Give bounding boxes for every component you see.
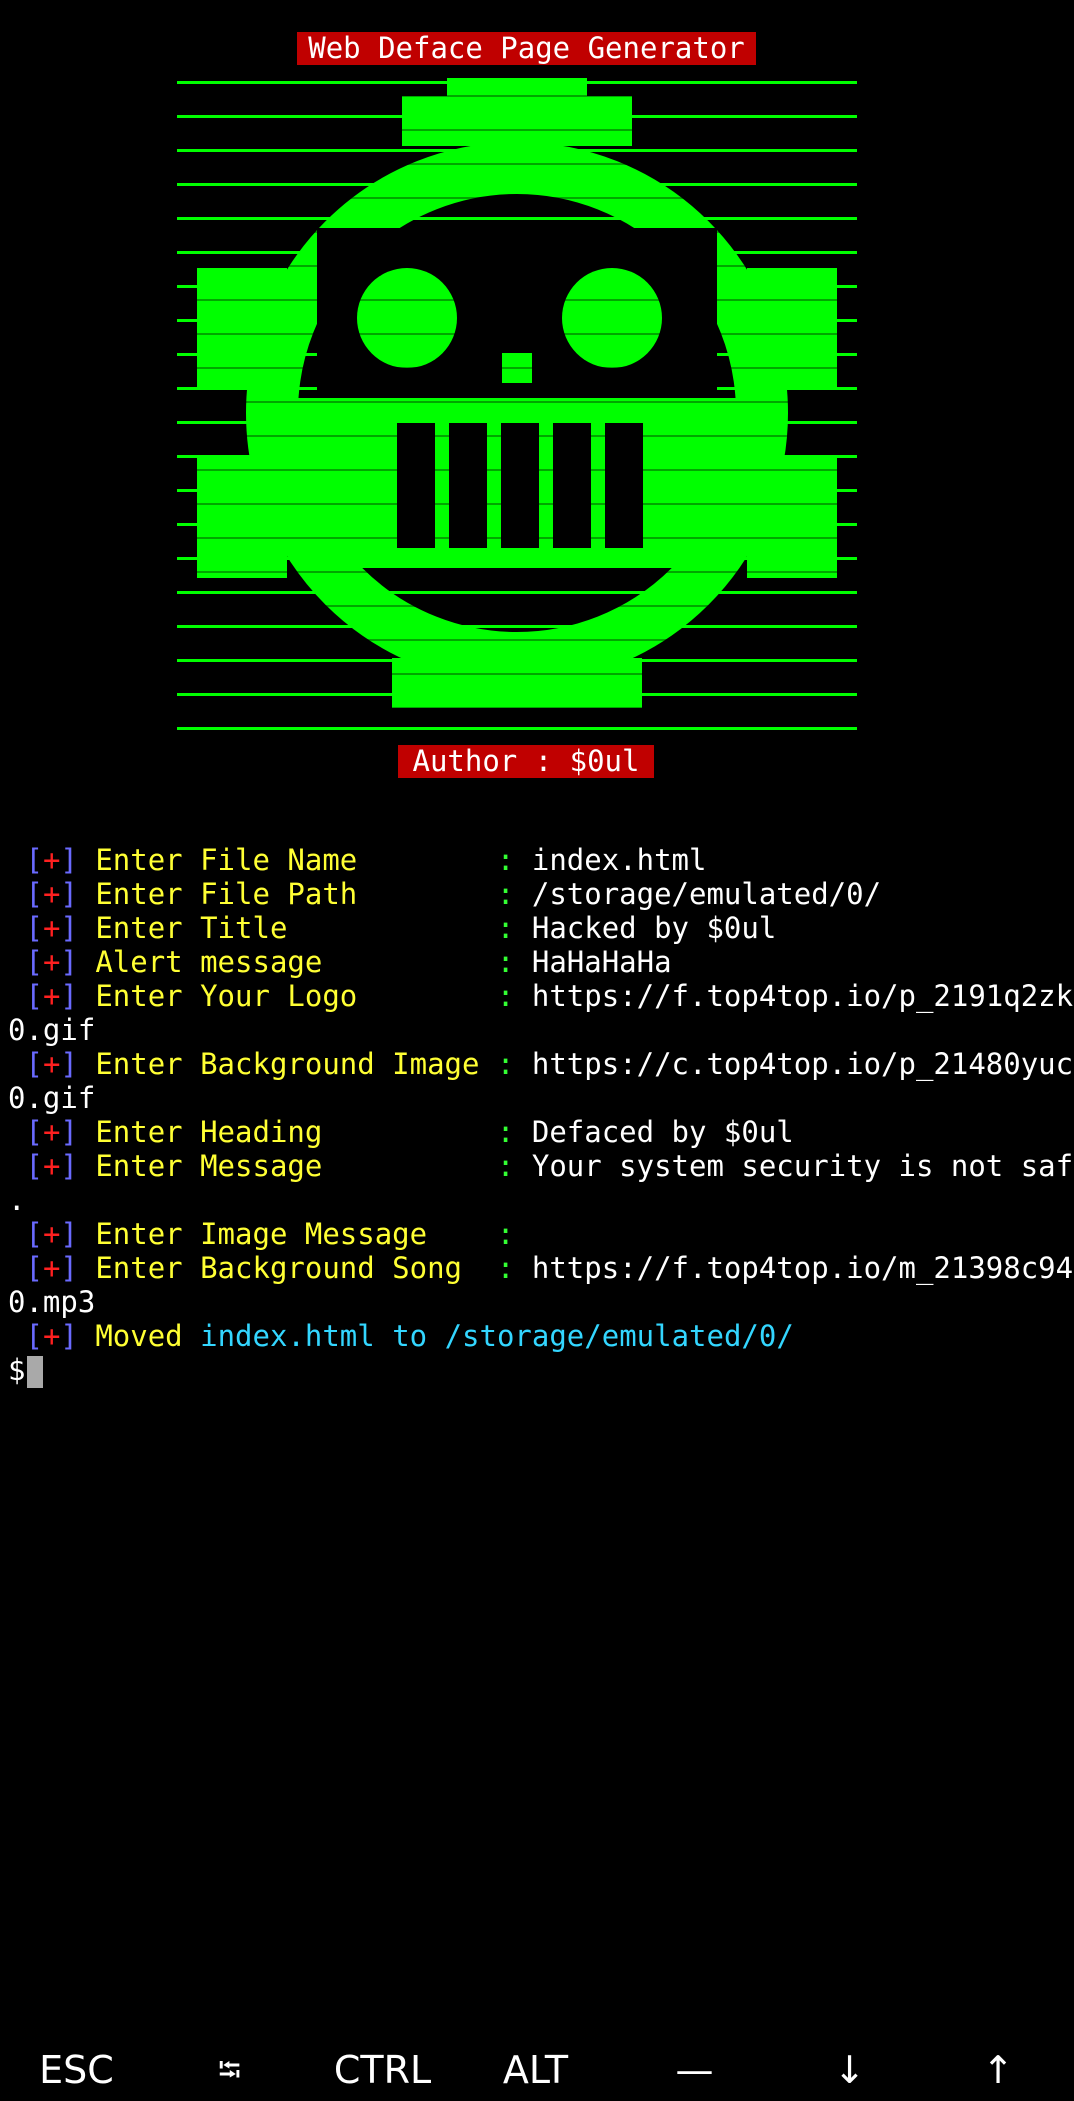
prompt-line: [+] Enter File Name : index.html — [25, 843, 707, 877]
logo-tooth-gap — [605, 423, 643, 548]
skull-logo-ascii-art — [177, 78, 857, 730]
prompt-value: https://c.top4top.io/p_21480yucb — [531, 1047, 1074, 1081]
logo-bottom-cap — [392, 658, 642, 708]
esc-key[interactable]: ESC — [0, 2040, 153, 2101]
wrapped-line: 0.mp3 — [8, 1285, 96, 1319]
tab-key[interactable]: ⭾ — [153, 2040, 306, 2101]
logo-scanline — [177, 217, 857, 220]
logo-right-arm — [747, 268, 837, 388]
prompt-line: [+] Alert message : HaHaHaHa — [25, 945, 672, 979]
logo-scanline-gap — [177, 231, 857, 233]
prompt-label: Enter Background Song — [95, 1251, 497, 1285]
logo-scanline-gap — [177, 197, 857, 199]
logo-scanline — [177, 727, 857, 730]
prompt-label: Enter Your Logo — [95, 979, 497, 1013]
logo-scanline-gap — [177, 333, 857, 335]
prompt-symbol: $ — [8, 1353, 26, 1387]
logo-tooth-gap — [553, 423, 591, 548]
prompt-line: [+] Enter Heading : Defaced by $0ul — [25, 1115, 794, 1149]
down-arrow-key[interactable]: ↓ — [777, 2040, 922, 2101]
logo-tooth-gap — [449, 423, 487, 548]
logo-scanline-gap — [177, 435, 857, 437]
logo-scanline — [177, 591, 857, 594]
prompt-line: [+] Enter File Path : /storage/emulated/… — [25, 877, 882, 911]
prompt-label: Enter File Path — [95, 877, 497, 911]
prompt-line: [+] Enter Message : Your system security… — [8, 1149, 1074, 1183]
alt-key[interactable]: ALT — [459, 2040, 612, 2101]
logo-scanline-gap — [177, 469, 857, 471]
wrapped-line: . — [8, 1183, 26, 1217]
logo-scanline-gap — [177, 401, 857, 403]
logo-left-arm — [197, 268, 287, 388]
status-path: /storage/emulated/0/ — [444, 1319, 794, 1353]
logo-right-arm — [747, 458, 837, 578]
prompt-value: https://f.top4top.io/m_21398c94s — [531, 1251, 1074, 1285]
title-banner: Web Deface Page Generator — [297, 32, 756, 65]
up-arrow-key[interactable]: ↑ — [922, 2040, 1074, 2101]
logo-top-cap — [447, 78, 587, 108]
logo-scanline — [177, 625, 857, 628]
prompt-label: Enter Image Message — [95, 1217, 497, 1251]
status-line: [+] Moved index.html to /storage/emulate… — [25, 1319, 794, 1353]
author-banner: Author : $0ul — [398, 745, 654, 778]
logo-scanline-gap — [177, 163, 857, 165]
prompt-label: Enter File Name — [95, 843, 497, 877]
logo-scanline-gap — [177, 537, 857, 539]
prompt-value: index.html — [531, 843, 707, 877]
prompt-line: [+] Enter Your Logo : https://f.top4top.… — [8, 979, 1074, 1013]
logo-scanline-gap — [177, 673, 857, 675]
status-file: index.html — [200, 1319, 375, 1353]
logo-tooth-gap — [397, 423, 435, 548]
dash-key[interactable]: — — [612, 2040, 777, 2101]
prompt-line: [+] Enter Title : Hacked by $0ul — [25, 911, 777, 945]
prompt-value: https://f.top4top.io/p_2191q2zkn — [531, 979, 1074, 1013]
logo-scanline-gap — [177, 639, 857, 641]
extra-keys-bar: ESC ⭾ CTRL ALT — ↓ ↑ — [0, 2040, 1074, 2101]
logo-scanline-gap — [177, 367, 857, 369]
text-cursor — [27, 1356, 44, 1388]
logo-scanline-gap — [177, 95, 857, 97]
logo-tooth-gap — [501, 423, 539, 548]
wrapped-line: 0.gif — [8, 1081, 96, 1115]
logo-scanline-gap — [177, 707, 857, 709]
shell-prompt[interactable]: $ — [8, 1353, 1074, 1388]
ctrl-key[interactable]: CTRL — [306, 2040, 459, 2101]
prompt-value: Hacked by $0ul — [531, 911, 777, 945]
logo-right-eye — [562, 268, 662, 368]
status-to: to — [392, 1319, 428, 1353]
prompt-label: Alert message — [95, 945, 497, 979]
logo-scanline-gap — [177, 299, 857, 301]
prompt-label: Enter Background Image — [95, 1047, 497, 1081]
logo-scanline-gap — [177, 605, 857, 607]
logo-scanline-gap — [177, 265, 857, 267]
prompt-line: [+] Enter Background Song : https://f.to… — [8, 1251, 1074, 1285]
prompt-value: HaHaHaHa — [531, 945, 672, 979]
logo-left-arm — [197, 458, 287, 578]
logo-scanline-gap — [177, 503, 857, 505]
status-word: Moved — [95, 1319, 183, 1353]
wrapped-line: 0.gif — [8, 1013, 96, 1047]
prompt-value: Defaced by $0ul — [531, 1115, 794, 1149]
terminal-output: [+] Enter File Name : index.html [+] Ent… — [8, 843, 1074, 1388]
prompt-label: Enter Message — [95, 1149, 497, 1183]
prompt-label: Enter Heading — [95, 1115, 497, 1149]
logo-scanline-gap — [177, 129, 857, 131]
prompt-label: Enter Title — [95, 911, 497, 945]
logo-scanline-gap — [177, 571, 857, 573]
prompt-line: [+] Enter Background Image : https://c.t… — [8, 1047, 1074, 1081]
logo-left-eye — [357, 268, 457, 368]
prompt-value: /storage/emulated/0/ — [531, 877, 882, 911]
prompt-value: Your system security is not safe — [531, 1149, 1074, 1183]
prompt-line: [+] Enter Image Message : — [25, 1217, 515, 1251]
